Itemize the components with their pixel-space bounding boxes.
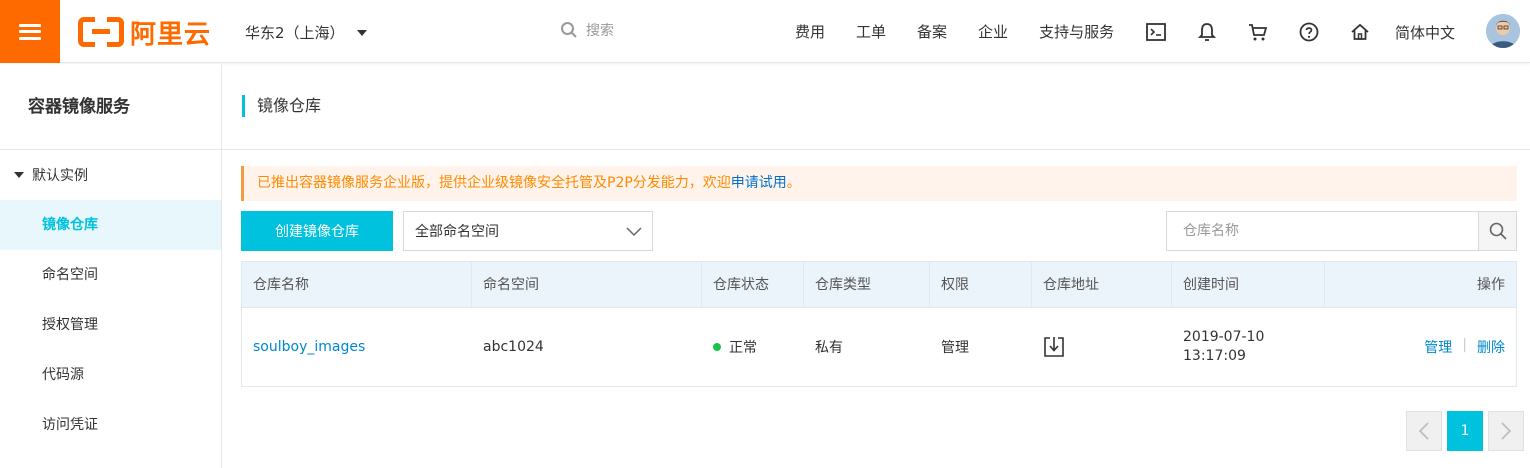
- table-row: soulboy_images abc1024 正常 私有 管理 2019-07-…: [242, 308, 1516, 386]
- bell-icon[interactable]: [1196, 21, 1218, 43]
- home-icon[interactable]: [1349, 21, 1371, 43]
- chevron-down-icon: [626, 227, 642, 237]
- main-content: 镜像仓库 已推出容器镜像服务企业版，提供企业级镜像安全托管及P2P分发能力，欢迎…: [222, 64, 1530, 468]
- notice-banner: 已推出容器镜像服务企业版，提供企业级镜像安全托管及P2P分发能力，欢迎申请试用。: [241, 166, 1517, 201]
- repository-search: [1166, 211, 1517, 251]
- create-repository-button[interactable]: 创建镜像仓库: [241, 211, 393, 251]
- top-nav: 费用 工单 备案 企业 支持与服务: [795, 0, 1400, 63]
- column-header-name: 仓库名称: [242, 262, 472, 308]
- repository-namespace: abc1024: [483, 339, 544, 355]
- namespace-select-value: 全部命名空间: [415, 224, 499, 240]
- sidebar-item-code-source[interactable]: 代码源: [0, 350, 221, 400]
- top-bar: 阿里云 华东2（上海） 搜索 费用 工单 备案 企业 支持与服务 简体中文: [0, 0, 1530, 63]
- repository-status: 正常: [729, 340, 757, 356]
- sidebar-item-authorization[interactable]: 授权管理: [0, 300, 221, 350]
- nav-tickets[interactable]: 工单: [856, 21, 886, 42]
- column-header-actions: 操作: [1477, 277, 1505, 293]
- created-date: 2019-07-10: [1183, 329, 1265, 345]
- table-header: 仓库名称 命名空间 仓库状态 仓库类型 权限 仓库地址 创建时间 操作: [242, 262, 1516, 308]
- nav-enterprise[interactable]: 企业: [978, 21, 1008, 42]
- notice-end: 。: [786, 175, 801, 191]
- aliyun-logo[interactable]: 阿里云: [78, 16, 212, 50]
- column-header-address: 仓库地址: [1032, 262, 1172, 308]
- chevron-right-icon: [1501, 422, 1512, 440]
- apply-trial-link[interactable]: 申请试用: [731, 175, 787, 191]
- terminal-icon[interactable]: [1145, 21, 1167, 43]
- column-header-status: 仓库状态: [702, 262, 804, 308]
- caret-down-icon: [356, 29, 367, 36]
- hamburger-icon: [19, 23, 41, 40]
- cart-icon[interactable]: [1247, 21, 1269, 43]
- language-selector[interactable]: 简体中文: [1395, 22, 1455, 43]
- repository-search-button[interactable]: [1478, 212, 1516, 250]
- repository-table: 仓库名称 命名空间 仓库状态 仓库类型 权限 仓库地址 创建时间 操作 soul…: [241, 261, 1517, 387]
- title-accent-bar: [242, 95, 245, 117]
- repository-permission: 管理: [941, 340, 969, 356]
- sidebar-item-namespaces[interactable]: 命名空间: [0, 250, 221, 300]
- delete-link[interactable]: 删除: [1477, 337, 1505, 357]
- row-actions: 管理 | 删除: [1336, 337, 1516, 357]
- repository-created-time: 2019-07-10 13:17:09: [1183, 328, 1264, 366]
- search-icon: [1489, 222, 1507, 240]
- download-address-icon[interactable]: [1043, 336, 1065, 358]
- repository-type: 私有: [815, 340, 843, 356]
- sidebar-item-repositories[interactable]: 镜像仓库: [0, 200, 221, 250]
- status-dot-icon: [713, 343, 721, 351]
- prev-page-button[interactable]: [1406, 411, 1442, 451]
- menu-button[interactable]: [0, 0, 60, 63]
- caret-down-icon: [14, 172, 24, 178]
- nav-support[interactable]: 支持与服务: [1039, 21, 1114, 42]
- next-page-button[interactable]: [1488, 411, 1524, 451]
- avatar[interactable]: [1486, 14, 1520, 48]
- pagination: 1: [1401, 411, 1524, 451]
- nav-icp[interactable]: 备案: [917, 21, 947, 42]
- help-icon[interactable]: [1298, 21, 1320, 43]
- sidebar: 容器镜像服务 默认实例 镜像仓库 命名空间 授权管理 代码源 访问凭证: [0, 64, 222, 468]
- column-header-type: 仓库类型: [804, 262, 930, 308]
- column-header-namespace: 命名空间: [472, 262, 702, 308]
- nav-fees[interactable]: 费用: [795, 21, 825, 42]
- sidebar-group-label: 默认实例: [32, 168, 88, 184]
- search-icon: [561, 22, 577, 38]
- column-header-created: 创建时间: [1172, 262, 1325, 308]
- search-placeholder: 搜索: [586, 23, 614, 39]
- repository-name-link[interactable]: soulboy_images: [253, 339, 365, 355]
- page-header: 镜像仓库: [222, 64, 1530, 150]
- manage-link[interactable]: 管理: [1424, 337, 1452, 357]
- created-clock: 13:17:09: [1183, 348, 1246, 364]
- column-header-permission: 权限: [930, 262, 1032, 308]
- global-search[interactable]: 搜索: [560, 20, 614, 40]
- logo-mark-icon: [78, 17, 124, 47]
- region-label: 华东2（上海）: [245, 24, 345, 42]
- repository-search-input[interactable]: [1167, 212, 1478, 250]
- sidebar-item-access-credentials[interactable]: 访问凭证: [0, 400, 221, 450]
- page-title: 镜像仓库: [257, 96, 322, 115]
- sidebar-title: 容器镜像服务: [0, 64, 221, 150]
- region-selector[interactable]: 华东2（上海）: [245, 22, 367, 43]
- sidebar-group-default-instance[interactable]: 默认实例: [0, 150, 221, 200]
- action-separator: |: [1462, 337, 1467, 353]
- logo-text: 阿里云: [130, 19, 212, 50]
- chevron-left-icon: [1418, 422, 1429, 440]
- notice-text: 已推出容器镜像服务企业版，提供企业级镜像安全托管及P2P分发能力，欢迎: [257, 175, 731, 191]
- namespace-select[interactable]: 全部命名空间: [403, 211, 653, 251]
- page-button-current[interactable]: 1: [1447, 411, 1483, 451]
